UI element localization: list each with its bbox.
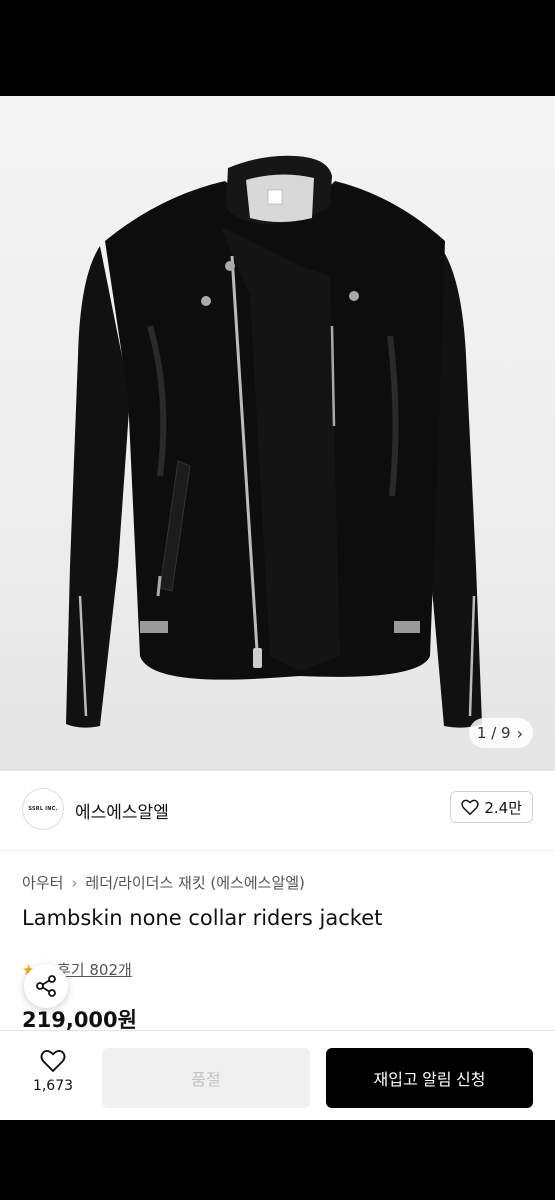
review-count-link[interactable]: 후기 802개: [57, 959, 132, 980]
brand-like-button[interactable]: 2.4만: [450, 791, 533, 823]
share-icon: [36, 975, 56, 997]
status-bar: [0, 0, 555, 96]
brand-row[interactable]: SSRL INC. 에스에스알엘 2.4만: [0, 771, 555, 851]
breadcrumb-category[interactable]: 아우터: [22, 872, 63, 893]
image-counter[interactable]: 1 / 9 ›: [468, 718, 533, 748]
breadcrumb: 아우터 › 레더/라이더스 재킷 (에스에스알엘): [22, 872, 305, 893]
product-image: [66, 155, 482, 728]
product-image-gallery[interactable]: 1 / 9 ›: [0, 96, 555, 771]
chevron-right-icon: ›: [71, 873, 78, 892]
wishlist-button[interactable]: 1,673: [22, 1049, 84, 1094]
brand-logo-text: SSRL INC.: [28, 806, 58, 812]
screen: 1 / 9 › SSRL INC. 에스에스알엘 2.4만 아우터 › 레더/라…: [0, 0, 555, 1200]
brand-like-count: 2.4만: [484, 798, 522, 817]
breadcrumb-subcategory[interactable]: 레더/라이더스 재킷 (에스에스알엘): [85, 872, 305, 893]
heart-icon: [461, 799, 480, 815]
share-button[interactable]: [24, 964, 68, 1008]
restock-alert-button[interactable]: 재입고 알림 신청: [326, 1048, 533, 1108]
heart-icon: [40, 1050, 66, 1072]
bottom-action-bar: 1,673 품절 재입고 알림 신청: [0, 1030, 555, 1120]
product-page: 1 / 9 › SSRL INC. 에스에스알엘 2.4만 아우터 › 레더/라…: [0, 96, 555, 1120]
chevron-right-icon: ›: [516, 723, 523, 743]
wishlist-count: 1,673: [32, 1078, 74, 1094]
product-title: Lambskin none collar riders jacket: [22, 906, 383, 930]
brand-logo[interactable]: SSRL INC.: [22, 788, 64, 830]
soldout-button: 품절: [102, 1048, 310, 1108]
image-counter-text: 1 / 9: [476, 724, 511, 742]
brand-name[interactable]: 에스에스알엘: [75, 798, 169, 823]
